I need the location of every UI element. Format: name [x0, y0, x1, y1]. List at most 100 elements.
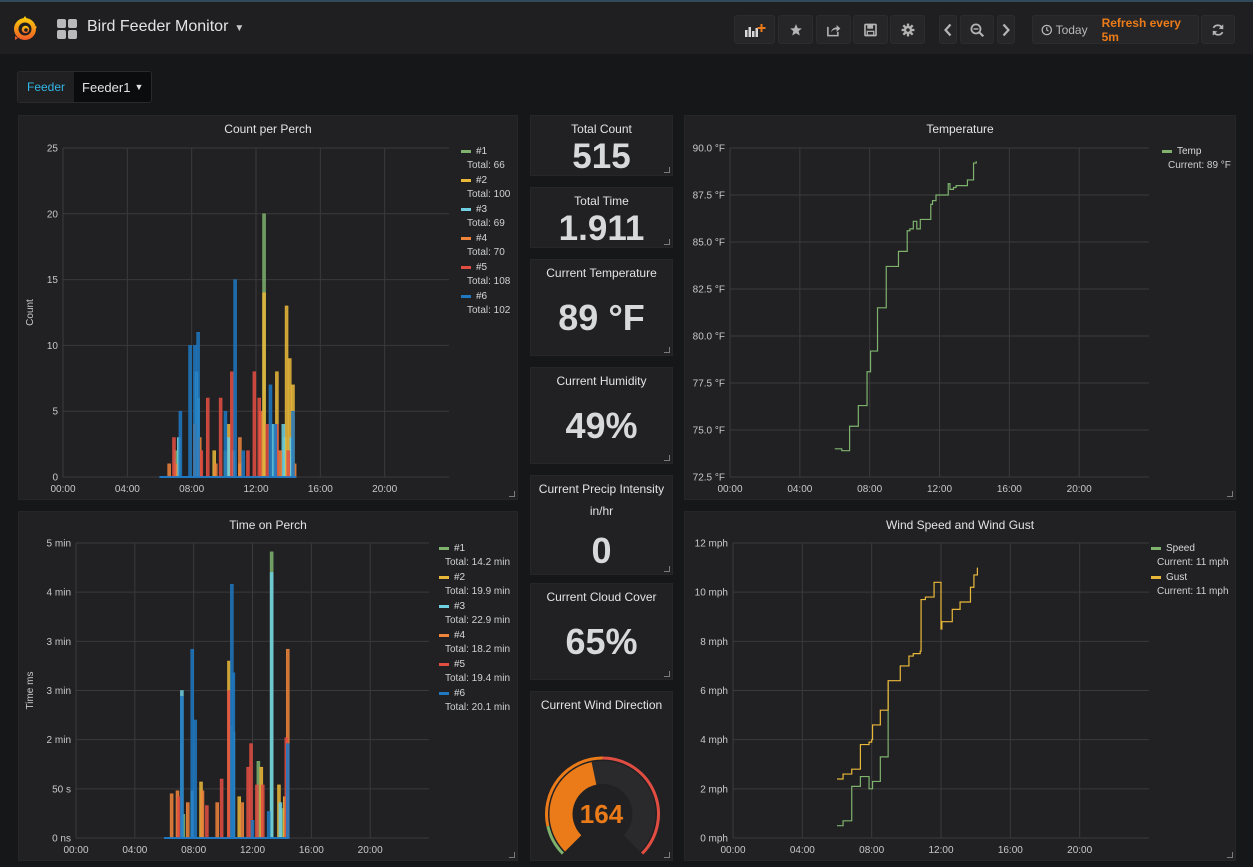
panel-current-temperature[interactable]: Current Temperature 89 °F	[530, 259, 673, 356]
legend-series-name: #4	[476, 233, 488, 244]
time-forward-button[interactable]	[997, 15, 1015, 44]
add-panel-button[interactable]	[734, 15, 775, 44]
legend-series-name: #4	[454, 630, 466, 641]
resize-handle[interactable]	[664, 852, 670, 858]
legend-swatch	[1162, 150, 1172, 153]
legend-item[interactable]: #5 Total: 19.4 min	[439, 659, 510, 688]
x-tick-label: 00:00	[720, 845, 745, 856]
y-tick-label: 6 mph	[700, 686, 728, 697]
refresh-button[interactable]	[1201, 15, 1235, 44]
bar-perch-3	[269, 572, 274, 839]
legend-item[interactable]: #1 Total: 66	[461, 146, 510, 175]
panel-current-humidity[interactable]: Current Humidity 49%	[530, 367, 673, 464]
bar-perch-6	[190, 648, 194, 839]
legend-item[interactable]: Temp Current: 89 °F	[1162, 146, 1231, 175]
dashboards-grid-icon[interactable]	[57, 19, 77, 39]
panel-current-wind-direction[interactable]: Current Wind Direction 164	[530, 691, 673, 861]
panel-total-time[interactable]: Total Time 1.911	[530, 187, 673, 248]
resize-handle[interactable]	[664, 347, 670, 353]
stat-title: Total Count	[571, 122, 632, 136]
legend-item[interactable]: #3 Total: 69	[461, 204, 510, 233]
resize-handle[interactable]	[664, 167, 670, 173]
stat-value: 65%	[565, 621, 638, 662]
bar-perch-6	[196, 331, 200, 478]
legend-item[interactable]: #6 Total: 20.1 min	[439, 688, 510, 717]
caret-down-icon: ▼	[134, 82, 144, 92]
resize-handle[interactable]	[664, 455, 670, 461]
legend-series-value: Current: 89 °F	[1168, 160, 1231, 172]
grafana-logo-icon[interactable]	[12, 16, 38, 42]
bar-perch-6	[241, 450, 245, 478]
legend-item[interactable]: #6 Total: 102	[461, 291, 510, 320]
legend-item[interactable]: #4 Total: 18.2 min	[439, 630, 510, 659]
bar-perch-3	[281, 424, 286, 478]
settings-button[interactable]	[890, 15, 925, 44]
legend-series-value: Total: 20.1 min	[445, 702, 511, 714]
resize-handle[interactable]	[509, 852, 515, 858]
y-tick-label: 8 mph	[700, 637, 728, 648]
y-tick-label: 90.0 °F	[693, 144, 725, 155]
navbar: Bird Feeder Monitor ▼ Today Refresh every…	[0, 2, 1253, 54]
y-axis-label: Count	[25, 299, 36, 326]
legend-item[interactable]: #5 Total: 108	[461, 262, 510, 291]
panel-current-cloud-cover[interactable]: Current Cloud Cover 65%	[530, 583, 673, 680]
resize-handle[interactable]	[664, 239, 670, 245]
legend-item[interactable]: Speed Current: 11 mph	[1151, 543, 1229, 572]
legend-item[interactable]: #3 Total: 22.9 min	[439, 601, 510, 630]
y-tick-label: 15	[47, 275, 59, 286]
bar-perch-5	[230, 371, 234, 478]
chart-legend: Speed Current: 11 mph Gust Current: 11 mph	[1151, 543, 1229, 601]
bar-perch-5	[252, 371, 257, 478]
x-tick-label: 16:00	[997, 484, 1022, 495]
zoom-out-button[interactable]	[960, 15, 994, 44]
stat-subtitle: in/hr	[589, 504, 614, 518]
panel-time-on-perch[interactable]: Time on Perch 0 ns 50 s2 min 3 min 3 min 4 m…	[18, 511, 518, 861]
bar-perch-5	[218, 397, 223, 478]
resize-handle[interactable]	[1227, 491, 1233, 497]
resize-handle[interactable]	[1227, 852, 1233, 858]
bar-perch-6	[180, 696, 184, 839]
panel-total-count[interactable]: Total Count 515	[530, 115, 673, 176]
stat-value: 89 °F	[558, 297, 645, 338]
bar-perch-6	[193, 719, 197, 839]
panel-temperature[interactable]: Temperature 72.5 °F 75.0 °F 77.5 °F 80.0 °F…	[684, 115, 1236, 500]
resize-handle[interactable]	[664, 671, 670, 677]
legend-series-name: #1	[476, 146, 488, 157]
feeder-select[interactable]: Feeder1 ▼	[74, 72, 152, 102]
zoom-out-icon	[970, 23, 984, 37]
time-back-button[interactable]	[939, 15, 957, 44]
share-button[interactable]	[816, 15, 851, 44]
dashboard-title[interactable]: Bird Feeder Monitor ▼	[87, 18, 244, 36]
bar-perch-4	[278, 450, 282, 478]
panel-count-per-perch[interactable]: Count per Perch 0 5 10 15 20 25 00:00 04:00 08:0…	[18, 115, 518, 500]
legend-item[interactable]: #2 Total: 19.9 min	[439, 572, 510, 601]
x-tick-label: 04:00	[787, 484, 812, 495]
save-button[interactable]	[853, 15, 888, 44]
x-tick-label: 16:00	[299, 845, 324, 856]
resize-handle[interactable]	[509, 491, 515, 497]
x-tick-label: 20:00	[1067, 484, 1092, 495]
clock-icon	[1041, 24, 1053, 35]
panel-wind-speed-gust[interactable]: Wind Speed and Wind Gust 0 mph 2 mph 4 mph…	[684, 511, 1236, 861]
bar-perch-6	[231, 672, 236, 839]
legend-item[interactable]: Gust Current: 11 mph	[1151, 572, 1229, 601]
bar-perch-4	[186, 802, 190, 839]
legend-series-name: #5	[476, 262, 488, 273]
panel-current-precip[interactable]: Current Precip Intensity in/hr 0	[530, 475, 673, 575]
y-tick-label: 82.5 °F	[693, 285, 725, 296]
bar-perch-4	[169, 793, 174, 839]
y-tick-label: 0 mph	[700, 834, 728, 845]
bar-perch-6	[291, 410, 295, 478]
x-tick-label: 08:00	[857, 484, 882, 495]
legend-item[interactable]: #4 Total: 70	[461, 233, 510, 262]
star-button[interactable]	[778, 15, 813, 44]
legend-series-name: #3	[476, 204, 488, 215]
time-picker-button[interactable]: Today Refresh every 5m	[1032, 15, 1199, 44]
bar-perch-5	[205, 805, 209, 839]
y-tick-label: 80.0 °F	[693, 332, 725, 343]
legend-item[interactable]: #1 Total: 14.2 min	[439, 543, 510, 572]
stat-value: 49%	[565, 405, 638, 446]
x-tick-label: 08:00	[859, 845, 884, 856]
resize-handle[interactable]	[664, 566, 670, 572]
legend-item[interactable]: #2 Total: 100	[461, 175, 510, 204]
